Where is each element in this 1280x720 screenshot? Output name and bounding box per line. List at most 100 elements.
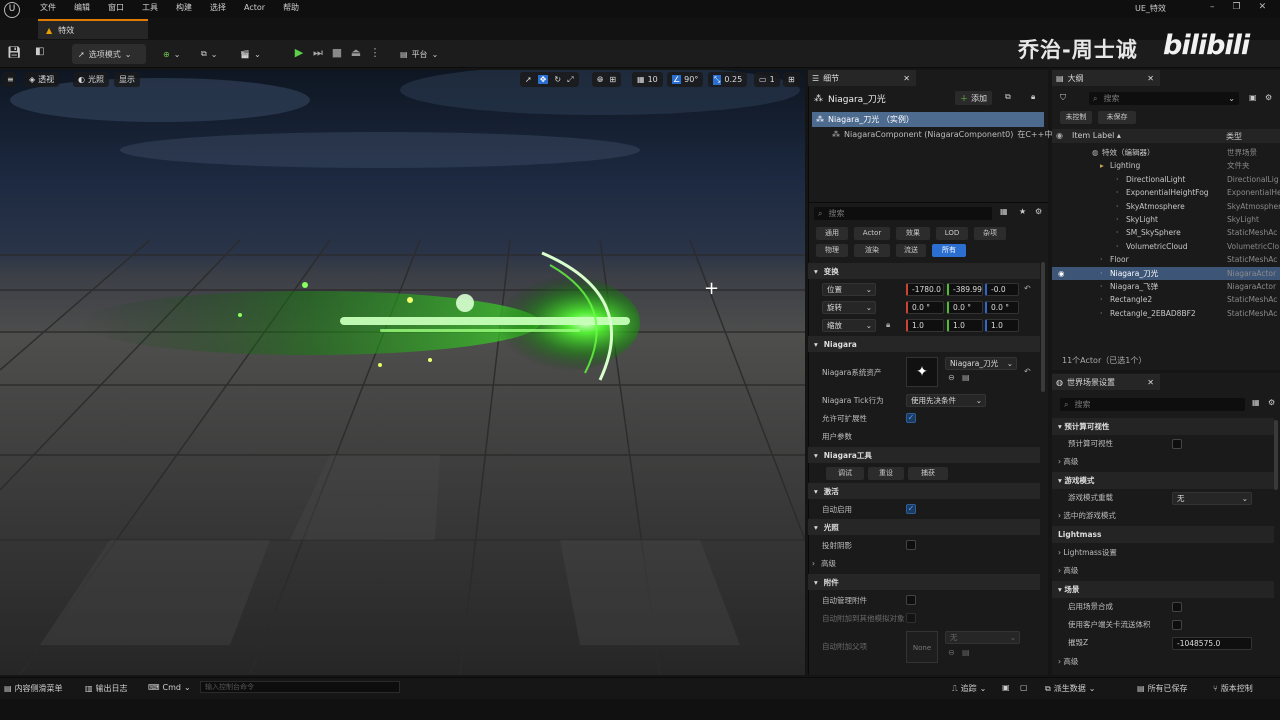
lightmass-settings-row[interactable]: › Lightmass设置 bbox=[1052, 544, 1274, 561]
outliner-row[interactable]: · Niagara_飞弹 NiagaraActor bbox=[1052, 280, 1280, 293]
reset-button[interactable]: 重设 bbox=[868, 467, 904, 480]
maximize-icon[interactable]: ❐ bbox=[1233, 2, 1241, 12]
world-settings-tab[interactable]: ◍ 世界场景设置 ✕ bbox=[1052, 374, 1160, 390]
details-search[interactable]: ⌕ 搜索 bbox=[814, 207, 992, 220]
add-content-button[interactable]: ⊕ ⌄ bbox=[163, 44, 193, 64]
location-y-field[interactable]: -389.99 bbox=[947, 283, 983, 296]
rotation-y-field[interactable]: 0.0 ° bbox=[947, 301, 983, 314]
menu-window[interactable]: 窗口 bbox=[108, 0, 124, 16]
gamemode-section[interactable]: ▾ 游戏模式 bbox=[1052, 472, 1274, 489]
content-browser-icon[interactable]: ◧ bbox=[35, 46, 44, 57]
unsaved-button[interactable]: 未保存 bbox=[1098, 111, 1136, 124]
browse-asset-icon[interactable]: ⊖ bbox=[948, 373, 955, 382]
table-view-icon[interactable]: ▦ bbox=[1252, 398, 1260, 407]
details-tab[interactable]: ☰ 细节 ✕ bbox=[808, 70, 916, 86]
all-saved-button[interactable]: ▤ 所有已保存 bbox=[1137, 683, 1188, 694]
close-icon[interactable]: ✕ bbox=[1147, 378, 1154, 387]
table-view-icon[interactable]: ▦ bbox=[1000, 207, 1008, 216]
scale-x-field[interactable]: 1.0 bbox=[906, 319, 944, 332]
cinematics-button[interactable]: 🎬︎ ⌄ bbox=[240, 44, 270, 64]
outliner-row[interactable]: · VolumetricCloud VolumetricClo bbox=[1052, 240, 1280, 253]
precompute-section[interactable]: ▾ 预计算可视性 bbox=[1052, 418, 1274, 435]
filter-lod[interactable]: LOD bbox=[936, 227, 968, 240]
menu-edit[interactable]: 编辑 bbox=[74, 0, 90, 16]
minimize-icon[interactable]: – bbox=[1210, 2, 1215, 12]
derived-data-button[interactable]: ⧉ 派生数据 ⌄ bbox=[1045, 683, 1095, 694]
camera-speed-button[interactable]: ▭ 1 bbox=[754, 72, 780, 87]
niagara-tools-section[interactable]: ▾ Niagara工具 bbox=[808, 447, 1040, 463]
debug-button[interactable]: 调试 bbox=[826, 467, 864, 480]
auto-manage-attachment-checkbox[interactable] bbox=[906, 595, 916, 605]
lightmass-section[interactable]: Lightmass bbox=[1052, 526, 1274, 543]
filter-all[interactable]: 所有 bbox=[932, 244, 966, 257]
gear-icon[interactable]: ⚙ bbox=[1265, 93, 1272, 102]
menu-file[interactable]: 文件 bbox=[40, 0, 56, 16]
world-settings-search[interactable]: ⌕ 搜索 bbox=[1060, 398, 1245, 411]
location-mode-dropdown[interactable]: 位置 ⌄ bbox=[822, 283, 876, 296]
kill-z-field[interactable]: -1048575.0 bbox=[1172, 637, 1252, 650]
content-drawer-button[interactable]: ▤ 内容侧滑菜单 bbox=[4, 683, 63, 694]
viewport-layout-icon[interactable]: ⊞ bbox=[783, 72, 801, 87]
outliner-row[interactable]: · SkyLight SkyLight bbox=[1052, 213, 1280, 226]
location-x-field[interactable]: -1780.0 bbox=[906, 283, 944, 296]
attachment-section[interactable]: ▾ 附件 bbox=[808, 574, 1040, 590]
outliner-search[interactable]: ⌕ 搜索 ⌄ bbox=[1089, 92, 1239, 105]
cmd-button[interactable]: ⌨ Cmd ⌄ bbox=[148, 683, 191, 692]
stop-icon[interactable]: ■ bbox=[328, 44, 346, 62]
gear-icon[interactable]: ⚙ bbox=[1035, 207, 1042, 216]
favorite-icon[interactable]: ★ bbox=[1019, 207, 1026, 216]
cast-shadow-checkbox[interactable] bbox=[906, 540, 916, 550]
selected-gamemode-row[interactable]: › 选中的游戏模式 bbox=[1052, 507, 1274, 524]
console-input[interactable]: 输入控制台命令 bbox=[200, 681, 400, 693]
details-scrollbar[interactable] bbox=[1041, 262, 1045, 392]
outliner-row[interactable]: · DirectionalLight DirectionalLig bbox=[1052, 173, 1280, 186]
rotation-x-field[interactable]: 0.0 ° bbox=[906, 301, 944, 314]
play-icon[interactable]: ▶ bbox=[290, 44, 308, 62]
menu-help[interactable]: 帮助 bbox=[283, 0, 299, 16]
play-options-icon[interactable]: ⋮ bbox=[366, 44, 384, 62]
lit-button[interactable]: ◐ 光照 bbox=[73, 72, 109, 87]
filter-effects[interactable]: 效果 bbox=[896, 227, 930, 240]
outliner-tab[interactable]: ▤ 大纲 ✕ bbox=[1052, 70, 1160, 86]
rotate-tool-icon[interactable]: ↻ bbox=[554, 75, 561, 84]
find-asset-icon[interactable]: ▤ bbox=[962, 373, 970, 382]
lock-icon[interactable]: 🔒︎ bbox=[1031, 92, 1035, 102]
menu-actor[interactable]: Actor bbox=[244, 0, 265, 16]
filter-physics[interactable]: 物理 bbox=[816, 244, 848, 257]
lightmass-advanced-row[interactable]: › 高级 bbox=[1052, 562, 1274, 579]
blueprint-button[interactable]: ⧉ ⌄ bbox=[201, 44, 231, 64]
rotation-z-field[interactable]: 0.0 ° bbox=[985, 301, 1019, 314]
camera-icon[interactable]: ▣ bbox=[1002, 683, 1010, 692]
surface-snap-icon[interactable]: ⊞ bbox=[609, 75, 616, 84]
outliner-row[interactable]: · SM_SkySphere StaticMeshAc bbox=[1052, 226, 1280, 239]
type-column[interactable]: 类型 bbox=[1226, 131, 1242, 142]
rotation-mode-dropdown[interactable]: 旋转 ⌄ bbox=[822, 301, 876, 314]
enable-composition-checkbox[interactable] bbox=[1172, 602, 1182, 612]
gear-icon[interactable]: ⚙ bbox=[1268, 398, 1275, 407]
reset-location-icon[interactable]: ↶ bbox=[1024, 284, 1031, 293]
filter-icon[interactable]: ⛉ bbox=[1060, 93, 1066, 103]
move-tool-icon[interactable]: ✥ bbox=[537, 75, 549, 84]
precompute-advanced-row[interactable]: › 高级 bbox=[1052, 453, 1274, 470]
attach-parent-thumbnail[interactable]: None bbox=[906, 631, 938, 663]
world-local-icon[interactable]: 🌐︎ bbox=[597, 75, 603, 85]
tick-behavior-dropdown[interactable]: 使用先决条件 ⌄ bbox=[906, 394, 986, 407]
mode-selector[interactable]: ➚ 选项模式 ⌄ bbox=[72, 44, 146, 64]
source-control-button[interactable]: ⑂ 版本控制 bbox=[1213, 683, 1253, 694]
level-tab[interactable]: ▲ 特效 bbox=[38, 19, 148, 39]
lighting-advanced-row[interactable]: › 高级 bbox=[808, 555, 1040, 572]
step-icon[interactable]: ⏭︎ bbox=[309, 44, 327, 62]
close-icon[interactable]: ✕ bbox=[903, 74, 910, 83]
filter-general[interactable]: 通用 bbox=[816, 227, 848, 240]
browse-parent-icon[interactable]: ⊖ bbox=[948, 648, 955, 657]
client-streaming-checkbox[interactable] bbox=[1172, 620, 1182, 630]
system-asset-dropdown[interactable]: Niagara_刀光 ⌄ bbox=[945, 357, 1017, 370]
menu-build[interactable]: 构建 bbox=[176, 0, 192, 16]
select-tool-icon[interactable]: ➚ bbox=[525, 75, 532, 84]
component-tree-root[interactable]: ⁂ Niagara_刀光 （实例） bbox=[812, 112, 1044, 127]
find-parent-icon[interactable]: ▤ bbox=[962, 648, 970, 657]
allow-scalability-checkbox[interactable]: ✓ bbox=[906, 413, 916, 423]
auto-attach-checkbox[interactable] bbox=[906, 613, 916, 623]
platform-button[interactable]: ▤ 平台 ⌄ bbox=[400, 44, 450, 64]
world-advanced-row[interactable]: › 高级 bbox=[1052, 653, 1274, 670]
